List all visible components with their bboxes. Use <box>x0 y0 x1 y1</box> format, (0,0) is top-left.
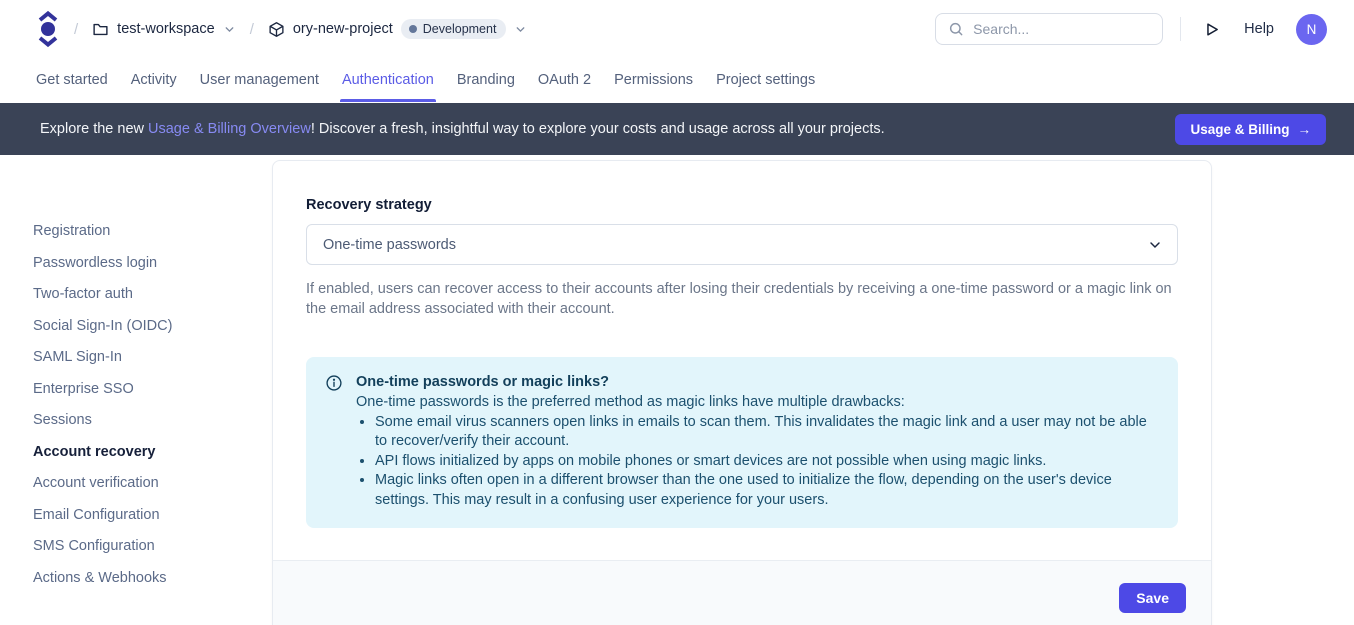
banner-text-suffix: ! Discover a fresh, insightful way to ex… <box>311 121 885 137</box>
tab-activity[interactable]: Activity <box>131 60 177 102</box>
environment-badge-label: Development <box>423 22 497 36</box>
sidebar-item-social-sign-in[interactable]: Social Sign-In (OIDC) <box>33 317 272 335</box>
sidebar-item-sms-configuration[interactable]: SMS Configuration <box>33 537 272 555</box>
sidebar-item-registration[interactable]: Registration <box>33 222 272 240</box>
page-content: Registration Passwordless login Two-fact… <box>0 155 1354 625</box>
chevron-down-icon <box>1147 237 1163 253</box>
usage-billing-banner: Explore the new Usage & Billing Overview… <box>0 103 1354 155</box>
usage-billing-button-label: Usage & Billing <box>1190 122 1289 137</box>
card-footer: Save <box>273 560 1211 625</box>
save-button[interactable]: Save <box>1119 583 1186 613</box>
tab-permissions[interactable]: Permissions <box>614 60 693 102</box>
tab-user-management[interactable]: User management <box>200 60 319 102</box>
tab-project-settings[interactable]: Project settings <box>716 60 815 102</box>
info-box-bullet: Magic links often open in a different br… <box>375 471 1158 510</box>
package-icon <box>268 21 285 38</box>
sidebar-item-actions-webhooks[interactable]: Actions & Webhooks <box>33 569 272 587</box>
chevron-down-icon <box>514 23 527 36</box>
breadcrumb: / test-workspace / ory-new-project <box>36 10 527 48</box>
project-nav-tabs: Get started Activity User management Aut… <box>0 58 1354 103</box>
sidebar-item-account-verification[interactable]: Account verification <box>33 474 272 492</box>
usage-billing-overview-link[interactable]: Usage & Billing Overview <box>148 121 311 137</box>
sidebar-item-account-recovery[interactable]: Account recovery <box>33 443 272 461</box>
environment-dot-icon <box>409 25 417 33</box>
search-icon <box>948 21 964 37</box>
recovery-strategy-description: If enabled, users can recover access to … <box>306 279 1178 319</box>
info-box-content: One-time passwords or magic links? One-t… <box>356 372 1158 510</box>
recovery-strategy-select[interactable]: One-time passwords <box>306 224 1178 265</box>
tab-branding[interactable]: Branding <box>457 60 515 102</box>
account-recovery-card: Recovery strategy One-time passwords If … <box>272 160 1212 625</box>
tab-get-started[interactable]: Get started <box>36 60 108 102</box>
help-link[interactable]: Help <box>1244 21 1274 37</box>
workspace-name: test-workspace <box>117 21 215 37</box>
info-box-intro: One-time passwords is the preferred meth… <box>356 393 1158 413</box>
info-box-title: One-time passwords or magic links? <box>356 372 1158 392</box>
sidebar-item-passwordless-login[interactable]: Passwordless login <box>33 254 272 272</box>
info-icon <box>325 372 343 510</box>
sidebar-item-email-configuration[interactable]: Email Configuration <box>33 506 272 524</box>
banner-text-prefix: Explore the new <box>40 121 148 137</box>
play-icon[interactable] <box>1203 21 1220 38</box>
info-box: One-time passwords or magic links? One-t… <box>306 357 1178 528</box>
project-switcher[interactable]: ory-new-project Development <box>268 19 528 39</box>
recovery-strategy-label: Recovery strategy <box>306 197 1178 213</box>
search-box[interactable] <box>935 13 1163 45</box>
header-actions: Help N <box>935 13 1327 45</box>
sidebar-item-saml-sign-in[interactable]: SAML Sign-In <box>33 348 272 366</box>
info-box-bullet: Some email virus scanners open links in … <box>375 413 1158 452</box>
usage-billing-button[interactable]: Usage & Billing → <box>1175 114 1326 145</box>
project-name: ory-new-project <box>293 21 393 37</box>
ory-logo[interactable] <box>36 10 60 48</box>
header-divider <box>1180 17 1181 41</box>
top-header: / test-workspace / ory-new-project <box>0 0 1354 58</box>
info-box-bullet-list: Some email virus scanners open links in … <box>356 413 1158 511</box>
tab-oauth2[interactable]: OAuth 2 <box>538 60 591 102</box>
environment-badge: Development <box>401 19 507 39</box>
banner-text: Explore the new Usage & Billing Overview… <box>40 121 885 137</box>
recovery-strategy-value: One-time passwords <box>323 237 1147 253</box>
folder-icon <box>92 21 109 38</box>
breadcrumb-separator: / <box>250 21 254 38</box>
sidebar-item-sessions[interactable]: Sessions <box>33 411 272 429</box>
tab-authentication[interactable]: Authentication <box>342 60 434 102</box>
search-input[interactable] <box>973 21 1154 37</box>
workspace-switcher[interactable]: test-workspace <box>92 21 236 38</box>
chevron-down-icon <box>223 23 236 36</box>
breadcrumb-separator: / <box>74 21 78 38</box>
sidebar-item-enterprise-sso[interactable]: Enterprise SSO <box>33 380 272 398</box>
avatar[interactable]: N <box>1296 14 1327 45</box>
arrow-right-icon: → <box>1298 122 1312 137</box>
authentication-sidebar: Registration Passwordless login Two-fact… <box>0 155 272 587</box>
info-box-bullet: API flows initialized by apps on mobile … <box>375 452 1158 472</box>
sidebar-item-two-factor-auth[interactable]: Two-factor auth <box>33 285 272 303</box>
